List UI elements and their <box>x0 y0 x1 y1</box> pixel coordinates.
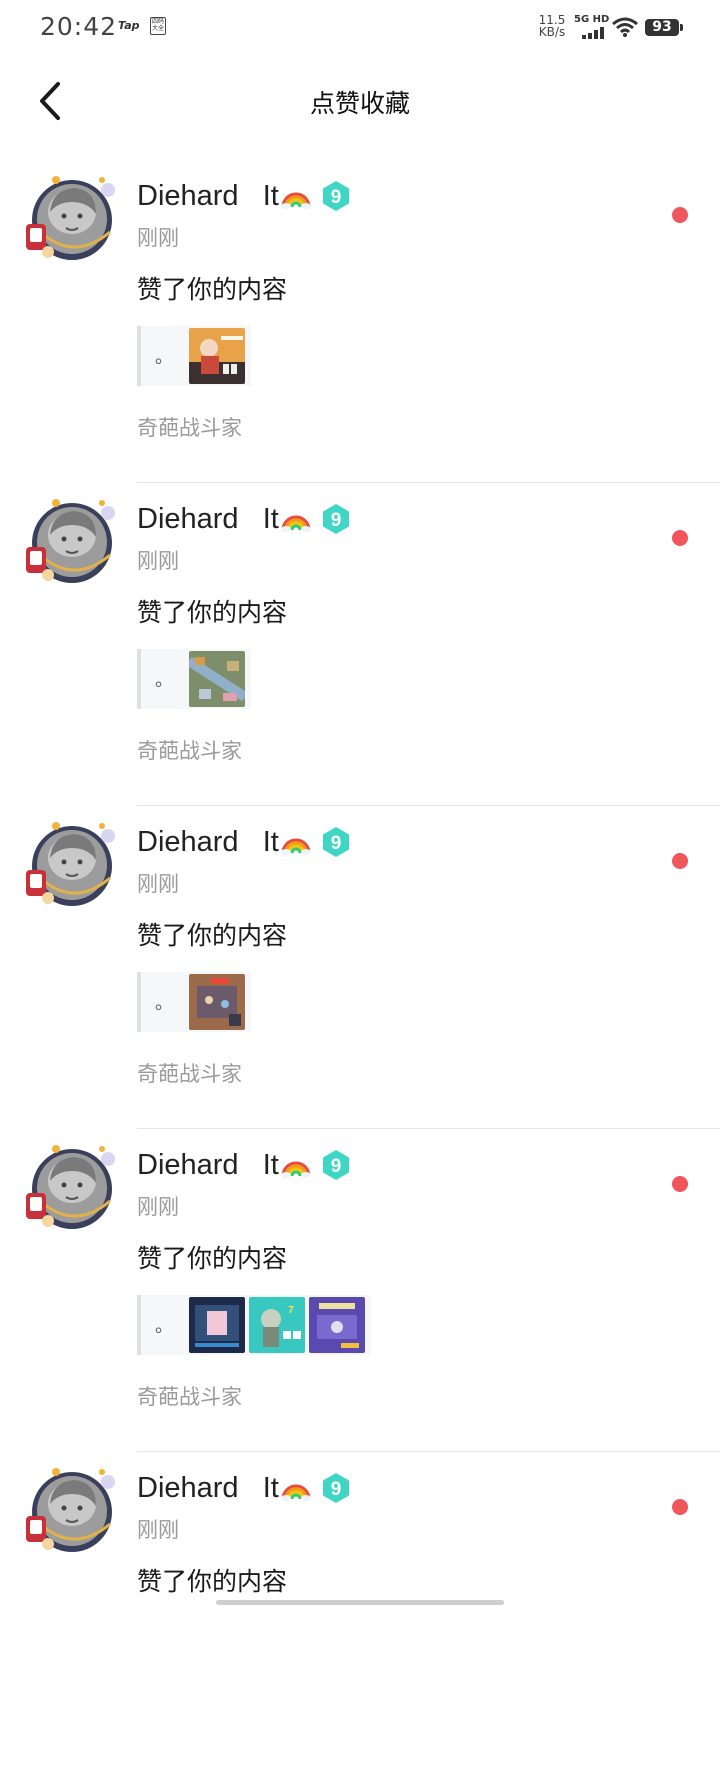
quoted-content[interactable]: 。 <box>137 649 251 709</box>
cell-signal-icon <box>582 27 606 39</box>
quoted-content[interactable]: 。 <box>137 326 251 386</box>
game-tag[interactable]: 奇葩战斗家 <box>137 735 242 765</box>
level-badge-icon <box>321 1472 351 1504</box>
notification-list: Diehard It 刚刚 赞了你的内容 。 奇葩战斗家 Diehard It … <box>0 160 720 1775</box>
battery-icon: 93 <box>645 19 683 36</box>
unread-dot <box>672 207 688 223</box>
status-bar: 20:42 Tap 四码大全 11.5 KB/s 5G HD 93 <box>0 0 720 56</box>
avatar[interactable] <box>22 495 118 591</box>
level-badge-icon <box>321 180 351 212</box>
action-text: 赞了你的内容 <box>137 1567 288 1596</box>
action-text: 赞了你的内容 <box>137 921 288 950</box>
quoted-content[interactable]: 。 <box>137 972 251 1032</box>
quote-text: 。 <box>155 1316 173 1337</box>
content-thumbnail[interactable] <box>309 1297 365 1353</box>
unread-dot <box>672 853 688 869</box>
quoted-content[interactable]: 。 7 <box>137 1295 371 1355</box>
action-text: 赞了你的内容 <box>137 1244 288 1273</box>
app-header: 点赞收藏 <box>0 56 720 146</box>
quote-text: 。 <box>155 993 173 1014</box>
user-name[interactable]: Diehard It <box>137 503 279 536</box>
content-thumbnail[interactable] <box>189 974 245 1030</box>
user-name-row: Diehard It <box>137 176 351 216</box>
action-text: 赞了你的内容 <box>137 275 288 304</box>
game-tag[interactable]: 奇葩战斗家 <box>137 412 242 442</box>
avatar[interactable] <box>22 1464 118 1560</box>
network-speed-unit: KB/s <box>538 25 566 39</box>
level-badge-icon <box>321 1149 351 1181</box>
unread-dot <box>672 530 688 546</box>
user-name-row: Diehard It <box>137 1468 351 1508</box>
quote-text: 。 <box>155 670 173 691</box>
timestamp: 刚刚 <box>137 549 179 573</box>
avatar[interactable] <box>22 172 118 268</box>
list-item[interactable]: Diehard It 刚刚 赞了你的内容 。 奇葩战斗家 <box>0 160 720 483</box>
user-name-row: Diehard It <box>137 1145 351 1185</box>
rainbow-emoji-icon <box>281 506 311 532</box>
ime-icon: 四码大全 <box>150 17 166 35</box>
level-badge-icon <box>321 826 351 858</box>
user-name-row: Diehard It <box>137 822 351 862</box>
unread-dot <box>672 1499 688 1515</box>
content-thumbnail[interactable] <box>189 1297 245 1353</box>
timestamp: 刚刚 <box>137 1195 179 1219</box>
list-item[interactable]: Diehard It 刚刚 赞了你的内容 。 奇葩战斗家 <box>0 483 720 806</box>
list-item[interactable]: Diehard It 刚刚 赞了你的内容 。 奇葩战斗家 <box>0 806 720 1129</box>
wifi-icon <box>612 17 638 37</box>
rainbow-emoji-icon <box>281 1475 311 1501</box>
avatar[interactable] <box>22 818 118 914</box>
action-text: 赞了你的内容 <box>137 598 288 627</box>
network-type: 5G HD <box>574 14 610 25</box>
page-title: 点赞收藏 <box>309 89 410 118</box>
home-indicator[interactable] <box>216 1600 504 1605</box>
content-thumbnail[interactable] <box>189 328 245 384</box>
timestamp: 刚刚 <box>137 1518 179 1542</box>
rainbow-emoji-icon <box>281 1152 311 1178</box>
svg-text:7: 7 <box>288 1305 294 1316</box>
rainbow-emoji-icon <box>281 829 311 855</box>
rainbow-emoji-icon <box>281 183 311 209</box>
user-name[interactable]: Diehard It <box>137 180 279 213</box>
quote-text: 。 <box>155 347 173 368</box>
list-item[interactable]: Diehard It 刚刚 赞了你的内容 <box>0 1452 720 1775</box>
game-tag[interactable]: 奇葩战斗家 <box>137 1381 242 1411</box>
tap-logo-icon: Tap <box>118 19 140 32</box>
content-thumbnail[interactable]: 7 <box>249 1297 305 1353</box>
level-badge-icon <box>321 503 351 535</box>
game-tag[interactable]: 奇葩战斗家 <box>137 1058 242 1088</box>
list-item[interactable]: Diehard It 刚刚 赞了你的内容 。 7 奇葩战斗家 <box>0 1129 720 1452</box>
network-speed: 11.5 KB/s <box>534 14 570 38</box>
user-name[interactable]: Diehard It <box>137 826 279 859</box>
user-name[interactable]: Diehard It <box>137 1472 279 1505</box>
unread-dot <box>672 1176 688 1192</box>
avatar[interactable] <box>22 1141 118 1237</box>
timestamp: 刚刚 <box>137 872 179 896</box>
content-thumbnail[interactable] <box>189 651 245 707</box>
status-time: 20:42 <box>40 12 118 41</box>
timestamp: 刚刚 <box>137 226 179 250</box>
user-name[interactable]: Diehard It <box>137 1149 279 1182</box>
user-name-row: Diehard It <box>137 499 351 539</box>
